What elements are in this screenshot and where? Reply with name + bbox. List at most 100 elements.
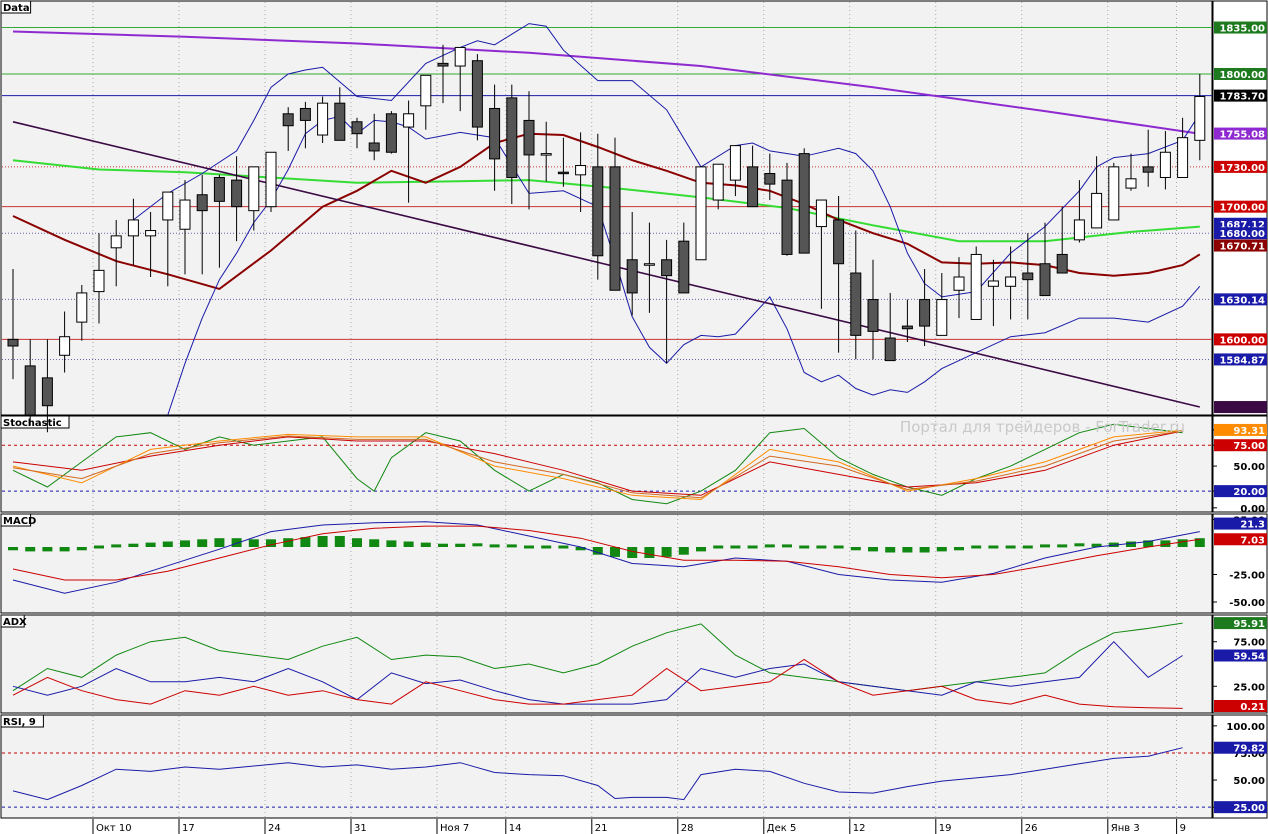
macd-histogram-bar	[1177, 539, 1188, 547]
panels-layer: Data Stochastic MACD ADX RSI, 9	[0, 0, 1268, 819]
macd-histogram-bar	[42, 547, 53, 552]
candle-bull	[145, 230, 157, 237]
panel-title-adx: ADX	[3, 617, 27, 628]
macd-histogram-bar	[799, 545, 810, 549]
x-axis-label: 12	[853, 823, 866, 834]
price-tag-label: 1730.00	[1219, 163, 1265, 174]
value-tag-label: 0.21	[1240, 702, 1265, 713]
macd-histogram-bar	[541, 545, 552, 549]
macd-histogram-bar	[76, 547, 87, 551]
panel-title-rsi: RSI, 9	[3, 717, 36, 728]
candle-bull	[59, 336, 71, 356]
candle-bear	[850, 272, 862, 336]
candle-bear	[41, 377, 53, 407]
price-tag-label: 1584.87	[1219, 355, 1265, 366]
candle-bull	[1125, 178, 1137, 189]
chart-canvas: Data Stochastic MACD ADX RSI, 9 1835.00 1800.…	[0, 0, 1268, 834]
stochastic-value-tag-label: 93.31	[1233, 426, 1265, 437]
macd-histogram-bar	[954, 547, 964, 551]
macd-histogram-bar	[214, 538, 225, 547]
watermark-text: Портал для трейдеров - ForTrader.ru	[900, 418, 1185, 436]
candle-bull	[643, 263, 655, 266]
candle-bull	[1073, 219, 1085, 241]
macd-histogram-bar	[833, 545, 844, 549]
candle-bear	[282, 113, 294, 127]
candle-bull	[1177, 137, 1189, 178]
candle-bull	[127, 219, 139, 237]
macd-histogram-bar	[369, 539, 380, 547]
macd-histogram-bar	[1005, 545, 1016, 549]
candle-bull	[1194, 96, 1206, 141]
candle-bear	[884, 337, 896, 362]
macd-histogram-bar	[128, 543, 139, 547]
macd-histogram-bar	[283, 538, 294, 547]
candle-bear	[592, 166, 604, 257]
axis-tick-label: -25.00	[1229, 571, 1265, 582]
candle-bear	[678, 240, 690, 294]
candle-bull	[712, 163, 724, 201]
candle-bear	[7, 338, 19, 347]
candle-bull	[76, 292, 88, 323]
x-axis-label: Янв 3	[1111, 823, 1140, 834]
axis-tick-label: 50.00	[1233, 776, 1265, 787]
macd-histogram-bar	[919, 547, 930, 553]
x-axis-label: 28	[681, 823, 694, 834]
macd-histogram-bar	[558, 545, 569, 549]
candle-bull	[970, 253, 982, 320]
candle-bear	[334, 102, 346, 141]
macd-histogram-bar	[1126, 541, 1136, 547]
candle-bear	[833, 219, 845, 265]
value-tag-label: 95.91	[1233, 619, 1265, 630]
macd-histogram-bar	[25, 547, 36, 552]
candle-bear	[368, 142, 380, 152]
candle-bear	[901, 325, 913, 330]
candle-bear	[437, 62, 449, 67]
macd-histogram-bar	[59, 547, 70, 552]
macd-histogram-bar	[678, 547, 689, 555]
candle-bull	[815, 199, 827, 228]
axis-tick-label: 25.00	[1233, 682, 1265, 693]
candle-bear	[626, 259, 638, 294]
panel-title-stochastic: Stochastic	[3, 418, 62, 429]
axis-tick-label: 75.00	[1233, 638, 1265, 649]
candle-bear	[1022, 272, 1034, 281]
price-tag-label: 1600.00	[1219, 335, 1265, 346]
candle-bull	[1108, 166, 1120, 221]
panel-title-data: Data	[3, 3, 30, 14]
candle-bear	[506, 97, 518, 178]
macd-histogram-bar	[713, 545, 724, 549]
macd-histogram-bar	[988, 545, 999, 549]
macd-histogram-bar	[455, 543, 466, 547]
candle-bear	[661, 259, 673, 277]
candle-bull	[265, 151, 277, 208]
price-tag-label: 1783.70	[1219, 92, 1265, 103]
candle-bull	[1005, 276, 1017, 287]
candle-bull	[936, 299, 948, 336]
x-axis-label: Дек 5	[767, 823, 797, 834]
candle-bear	[798, 153, 810, 254]
x-axis-label: 9	[1180, 823, 1186, 834]
candle-bear	[231, 179, 243, 208]
price-tag-label: 1800.00	[1219, 70, 1265, 81]
x-axis-label: Ноя 7	[440, 823, 469, 834]
macd-histogram-bar	[420, 542, 431, 547]
macd-histogram-bar	[936, 547, 947, 552]
macd-histogram-bar	[610, 547, 620, 557]
macd-histogram-bar	[1022, 545, 1033, 549]
value-tag-label: 79.82	[1233, 744, 1265, 755]
candle-bull	[454, 46, 466, 67]
price-tag-label: 1670.71	[1219, 242, 1265, 253]
price-tag-label: 1835.00	[1219, 24, 1265, 35]
axis-tick-label: 0.00	[1240, 504, 1265, 515]
macd-histogram-bar	[472, 543, 483, 547]
candle-bull	[420, 74, 432, 107]
candle-bear	[557, 171, 569, 175]
x-axis: Окт 10 17 24 31 Ноя 7 14 21 28 Дек 5 12 19 26 Янв 3 9	[0, 819, 1268, 834]
candle-bear	[471, 60, 483, 128]
panel-title-macd: MACD	[3, 516, 36, 527]
candle-bull	[987, 280, 999, 287]
candle-bear	[867, 299, 879, 332]
macd-histogram-bar	[971, 545, 982, 549]
stochastic-level-tag-label: 75.00	[1233, 441, 1265, 452]
macd-histogram-bar	[816, 545, 827, 549]
